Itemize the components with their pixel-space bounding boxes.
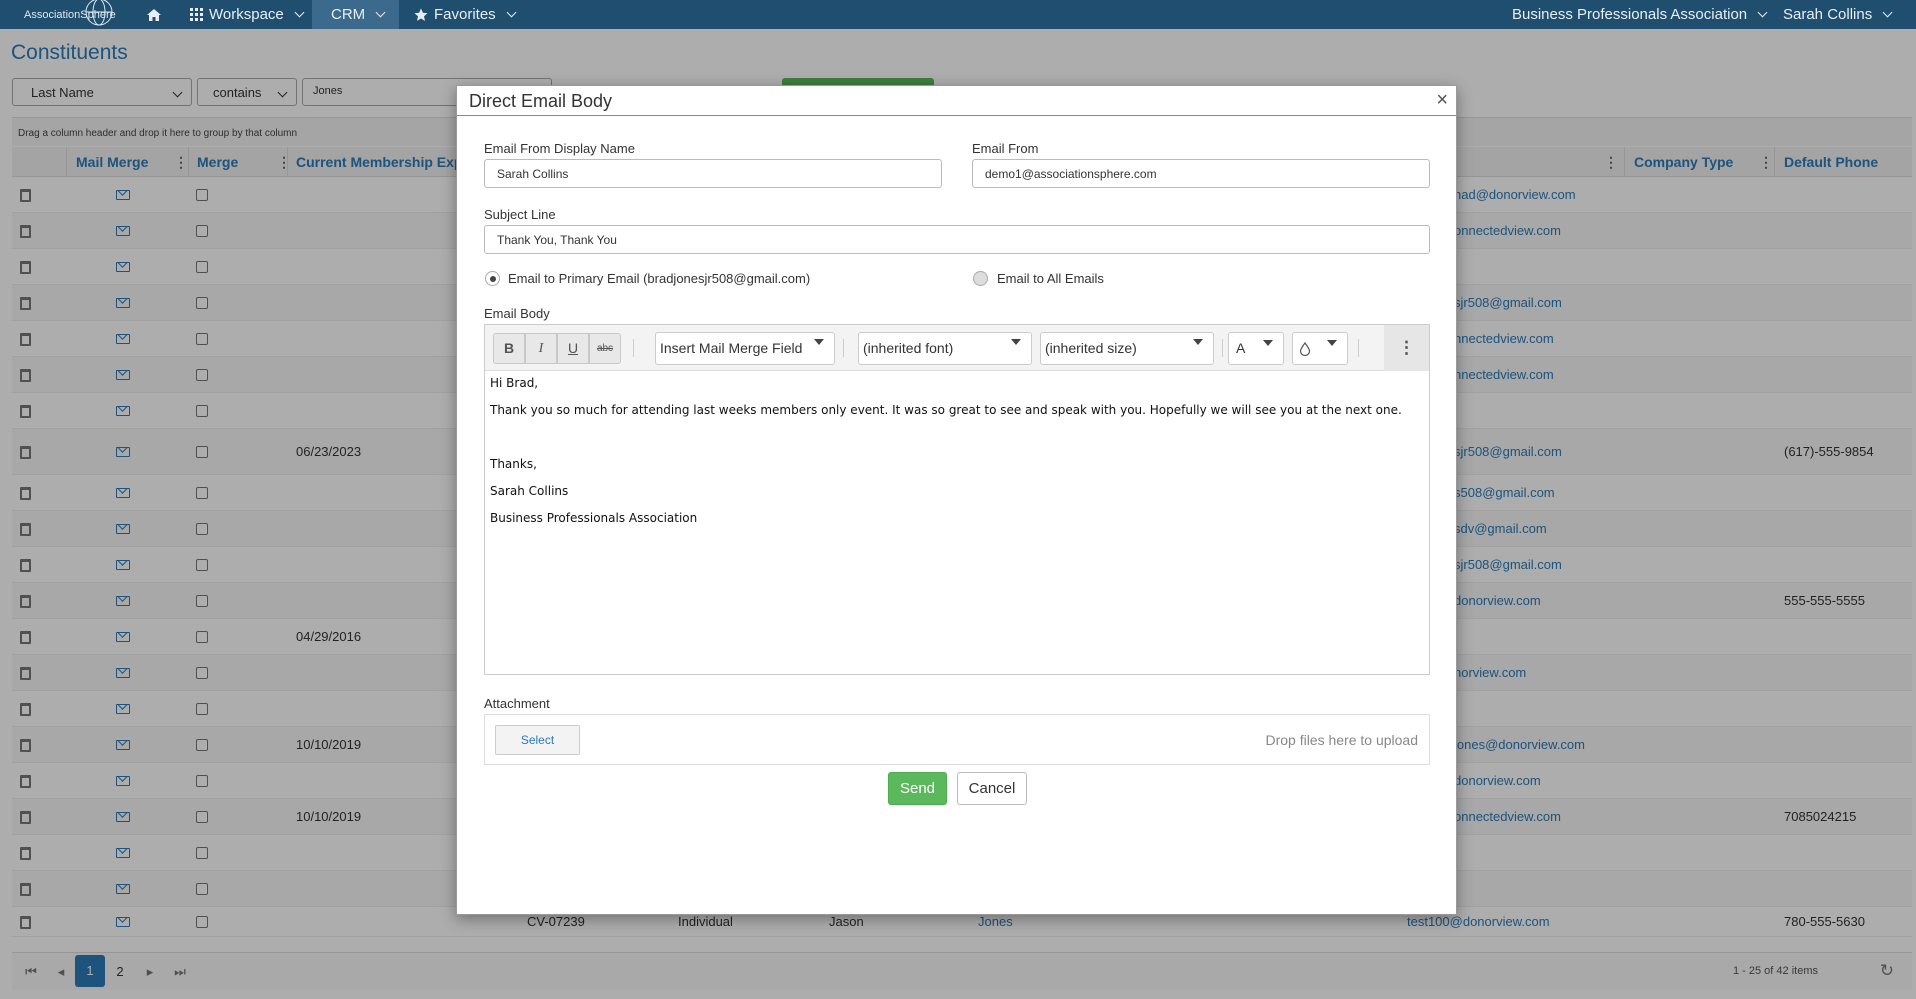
user-name: Sarah Collins bbox=[1783, 6, 1873, 23]
more-options-icon[interactable]: ⋮ bbox=[1384, 325, 1429, 371]
org-selector[interactable]: Business Professionals Association bbox=[1512, 0, 1768, 29]
star-icon bbox=[414, 8, 428, 21]
app-logo[interactable]: AssociationSphere bbox=[24, 0, 116, 29]
drop-files-hint: Drop files here to upload bbox=[1265, 732, 1418, 748]
dropdown-arrow-icon bbox=[1263, 340, 1273, 346]
all-emails-radio-label[interactable]: Email to All Emails bbox=[997, 271, 1104, 286]
font-size-select[interactable]: (inherited size) bbox=[1040, 332, 1214, 365]
nav-workspace-label: Workspace bbox=[209, 6, 284, 23]
body-line: Thanks, bbox=[490, 457, 537, 471]
nav-workspace[interactable]: Workspace bbox=[190, 0, 305, 29]
font-size-label: (inherited size) bbox=[1045, 340, 1137, 356]
top-navbar: AssociationSphere Workspace CRM Favorite… bbox=[0, 0, 1916, 29]
cancel-button[interactable]: Cancel bbox=[957, 772, 1027, 805]
chevron-down-icon bbox=[1882, 7, 1893, 18]
attachment-dropzone[interactable]: Select Drop files here to upload bbox=[484, 714, 1430, 765]
from-email-label: Email From bbox=[972, 141, 1039, 156]
chevron-down-icon bbox=[506, 7, 517, 18]
org-name: Business Professionals Association bbox=[1512, 6, 1748, 23]
font-color-icon: A bbox=[1236, 340, 1246, 356]
font-family-select[interactable]: (inherited font) bbox=[858, 332, 1032, 365]
body-line: Hi Brad, bbox=[490, 376, 539, 390]
mail-merge-field-select[interactable]: Insert Mail Merge Field bbox=[655, 332, 835, 365]
chevron-down-icon bbox=[375, 7, 386, 18]
dropdown-arrow-icon bbox=[1011, 339, 1021, 345]
italic-button[interactable]: I bbox=[525, 333, 557, 364]
subject-label: Subject Line bbox=[484, 207, 556, 222]
chevron-down-icon bbox=[1757, 7, 1768, 18]
chevron-down-icon bbox=[294, 7, 305, 18]
underline-button[interactable]: U bbox=[557, 333, 589, 364]
body-line: Sarah Collins bbox=[490, 484, 569, 498]
font-family-label: (inherited font) bbox=[863, 340, 954, 356]
font-color-picker[interactable]: A bbox=[1228, 332, 1284, 365]
mail-merge-field-label: Insert Mail Merge Field bbox=[660, 340, 803, 356]
grid-icon bbox=[190, 8, 203, 21]
nav-favorites[interactable]: Favorites bbox=[414, 0, 517, 29]
strikethrough-button[interactable]: abc bbox=[589, 333, 621, 364]
title-divider bbox=[457, 115, 1456, 116]
from-name-input[interactable]: Sarah Collins bbox=[484, 159, 942, 188]
direct-email-dialog: Direct Email Body × Email From Display N… bbox=[456, 85, 1457, 915]
primary-email-radio-label[interactable]: Email to Primary Email (bradjonesjr508@g… bbox=[508, 271, 810, 286]
background-color-picker[interactable] bbox=[1292, 332, 1348, 365]
from-email-input[interactable]: demo1@associationsphere.com bbox=[972, 159, 1430, 188]
email-body-editor: B I U abc Insert Mail Merge Field (inher… bbox=[484, 324, 1430, 675]
body-line: Thank you so much for attending last wee… bbox=[490, 403, 1402, 417]
body-line: Business Professionals Association bbox=[490, 511, 698, 525]
dialog-title: Direct Email Body bbox=[469, 91, 613, 111]
user-menu[interactable]: Sarah Collins bbox=[1783, 0, 1893, 29]
from-name-label: Email From Display Name bbox=[484, 141, 635, 156]
attachment-label: Attachment bbox=[484, 696, 550, 711]
email-body-content[interactable]: Hi Brad, Thank you so much for attending… bbox=[485, 371, 1429, 674]
subject-input[interactable]: Thank You, Thank You bbox=[484, 225, 1430, 254]
logo-globe-icon bbox=[85, 0, 113, 26]
paint-drop-icon bbox=[1299, 342, 1311, 356]
send-button[interactable]: Send bbox=[888, 772, 947, 805]
nav-crm[interactable]: CRM bbox=[312, 0, 399, 29]
primary-email-radio[interactable] bbox=[485, 271, 500, 286]
nav-crm-label: CRM bbox=[331, 6, 366, 23]
select-files-button[interactable]: Select bbox=[495, 725, 580, 755]
nav-favorites-label: Favorites bbox=[434, 6, 496, 23]
dropdown-arrow-icon bbox=[814, 339, 824, 345]
dropdown-arrow-icon bbox=[1193, 339, 1203, 345]
home-icon bbox=[147, 8, 161, 21]
email-body-label: Email Body bbox=[484, 306, 550, 321]
all-emails-radio[interactable] bbox=[973, 271, 988, 286]
home-nav-button[interactable] bbox=[146, 0, 162, 29]
bold-button[interactable]: B bbox=[493, 333, 525, 364]
dropdown-arrow-icon bbox=[1327, 340, 1337, 346]
editor-toolbar: B I U abc Insert Mail Merge Field (inher… bbox=[485, 325, 1429, 371]
close-icon[interactable]: × bbox=[1436, 89, 1448, 112]
